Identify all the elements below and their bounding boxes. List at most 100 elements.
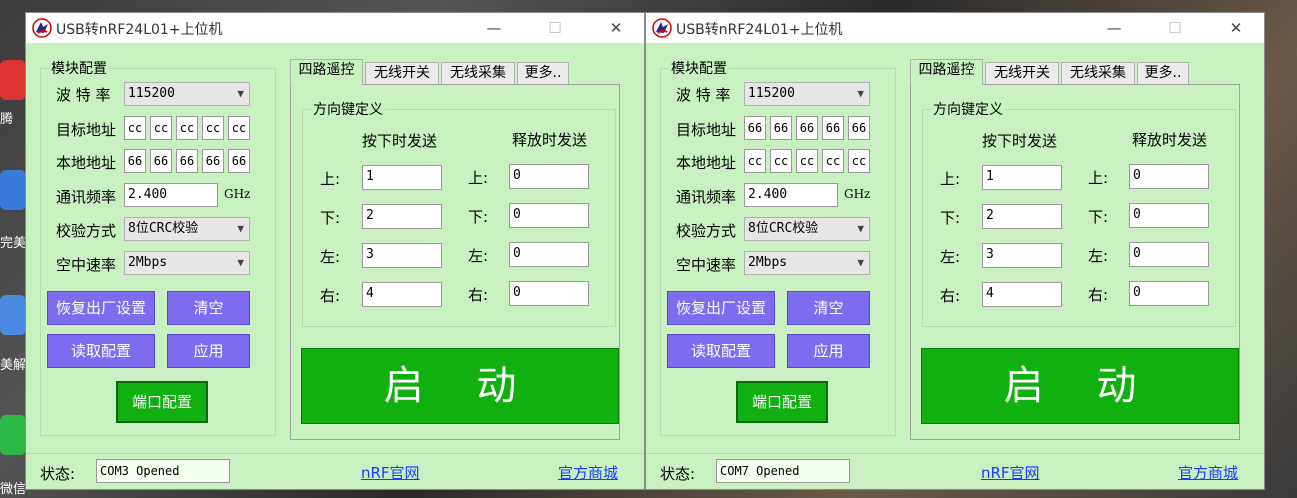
read-config-button[interactable]: 读取配置 — [47, 334, 155, 368]
up-press-input[interactable]: 1 — [982, 165, 1062, 190]
group-title: 模块配置 — [49, 58, 109, 78]
minimize-button[interactable]: — — [1091, 13, 1137, 43]
target-address-byte-1[interactable]: 66 — [744, 116, 766, 140]
left-release-input[interactable]: 0 — [1129, 242, 1209, 267]
chevron-down-icon: ▼ — [237, 256, 244, 269]
local-address-byte-4[interactable]: cc — [822, 149, 844, 173]
target-address-byte-5[interactable]: 66 — [848, 116, 870, 140]
left-press-input[interactable]: 3 — [362, 243, 442, 268]
frequency-input[interactable]: 2.400 — [744, 183, 838, 207]
apply-button[interactable]: 应用 — [167, 334, 250, 368]
local-address-byte-4[interactable]: 66 — [202, 149, 224, 173]
official-store-link[interactable]: 官方商城 — [1178, 462, 1238, 483]
local-address-label: 本地地址 — [676, 154, 737, 172]
up-release-input[interactable]: 0 — [509, 164, 589, 189]
desktop-app-icon[interactable] — [0, 295, 26, 335]
down-press-input[interactable]: 2 — [982, 204, 1062, 229]
title-bar[interactable]: USB转nRF24L01+上位机 — ☐ ✕ — [26, 13, 644, 43]
local-address-byte-2[interactable]: cc — [770, 149, 792, 173]
left-release-input[interactable]: 0 — [509, 242, 589, 267]
right-release-input[interactable]: 0 — [509, 281, 589, 306]
start-button[interactable]: 启 动 — [921, 348, 1239, 424]
local-address-byte-2[interactable]: 66 — [150, 149, 172, 173]
target-address-byte-1[interactable]: cc — [124, 116, 146, 140]
official-store-link[interactable]: 官方商城 — [558, 462, 618, 483]
start-button[interactable]: 启 动 — [301, 348, 619, 424]
port-config-button[interactable]: 端口配置 — [736, 381, 828, 423]
factory-reset-button[interactable]: 恢复出厂设置 — [667, 291, 775, 325]
factory-reset-button[interactable]: 恢复出厂设置 — [47, 291, 155, 325]
target-address-byte-4[interactable]: cc — [202, 116, 224, 140]
target-address-byte-4[interactable]: 66 — [822, 116, 844, 140]
local-address-byte-1[interactable]: 66 — [124, 149, 146, 173]
desktop-app-icon[interactable] — [0, 60, 26, 100]
right-release-input[interactable]: 0 — [1129, 281, 1209, 306]
app-window: USB转nRF24L01+上位机 — ☐ ✕ 模块配置 波 特 率 115200… — [645, 12, 1265, 490]
tab-wireless-collect[interactable]: 无线采集 — [1061, 62, 1135, 84]
frequency-input[interactable]: 2.400 — [124, 183, 218, 207]
tab-wireless-switch[interactable]: 无线开关 — [985, 62, 1059, 84]
air-rate-value: 2Mbps — [748, 255, 788, 270]
target-address-byte-5[interactable]: cc — [228, 116, 250, 140]
left-press-input[interactable]: 3 — [982, 243, 1062, 268]
close-button[interactable]: ✕ — [593, 13, 639, 43]
tab-more[interactable]: 更多.. — [1137, 62, 1189, 84]
down-release-input[interactable]: 0 — [1129, 203, 1209, 228]
air-rate-label: 空中速率 — [56, 256, 117, 274]
apply-button[interactable]: 应用 — [787, 334, 870, 368]
local-address-byte-5[interactable]: 66 — [228, 149, 250, 173]
desktop-app-icon[interactable] — [0, 170, 26, 210]
status-field: COM7 Opened — [716, 459, 850, 483]
close-button[interactable]: ✕ — [1213, 13, 1259, 43]
tab-four-way-remote[interactable]: 四路遥控 — [910, 59, 983, 85]
down-release-input[interactable]: 0 — [509, 203, 589, 228]
target-address-byte-3[interactable]: cc — [176, 116, 198, 140]
desktop-app-icon[interactable] — [0, 415, 26, 455]
up-release-input[interactable]: 0 — [1129, 164, 1209, 189]
right-press-input[interactable]: 4 — [982, 282, 1062, 307]
tab-wireless-switch[interactable]: 无线开关 — [365, 62, 439, 84]
left-release-label: 左: — [468, 247, 489, 265]
left-press-label: 左: — [320, 248, 341, 266]
air-rate-select[interactable]: 2Mbps ▼ — [744, 251, 870, 275]
tab-four-way-remote[interactable]: 四路遥控 — [290, 59, 363, 85]
local-address-byte-3[interactable]: cc — [796, 149, 818, 173]
air-rate-value: 2Mbps — [128, 255, 168, 270]
crc-value: 8位CRC校验 — [128, 221, 199, 236]
tab-more[interactable]: 更多.. — [517, 62, 569, 84]
up-press-input[interactable]: 1 — [362, 165, 442, 190]
target-address-byte-2[interactable]: cc — [150, 116, 172, 140]
release-header: 释放时发送 — [512, 131, 588, 149]
app-logo-icon — [32, 18, 52, 38]
crc-select[interactable]: 8位CRC校验 ▼ — [744, 217, 870, 241]
local-address-byte-3[interactable]: 66 — [176, 149, 198, 173]
port-config-button[interactable]: 端口配置 — [116, 381, 208, 423]
frequency-unit: GHz — [844, 187, 871, 201]
tab-wireless-collect[interactable]: 无线采集 — [441, 62, 515, 84]
target-address-byte-2[interactable]: 66 — [770, 116, 792, 140]
target-address-label: 目标地址 — [676, 121, 737, 139]
air-rate-select[interactable]: 2Mbps ▼ — [124, 251, 250, 275]
read-config-button[interactable]: 读取配置 — [667, 334, 775, 368]
minimize-button[interactable]: — — [471, 13, 517, 43]
clear-button[interactable]: 清空 — [167, 291, 250, 325]
crc-select[interactable]: 8位CRC校验 ▼ — [124, 217, 250, 241]
down-press-input[interactable]: 2 — [362, 204, 442, 229]
chevron-down-icon: ▼ — [237, 87, 244, 100]
status-label: 状态: — [660, 465, 696, 483]
clear-button[interactable]: 清空 — [787, 291, 870, 325]
baud-select[interactable]: 115200 ▼ — [124, 82, 250, 106]
window-title: USB转nRF24L01+上位机 — [56, 22, 223, 38]
target-address-byte-3[interactable]: 66 — [796, 116, 818, 140]
maximize-button[interactable]: ☐ — [532, 13, 578, 43]
title-bar[interactable]: USB转nRF24L01+上位机 — ☐ ✕ — [646, 13, 1264, 43]
right-press-input[interactable]: 4 — [362, 282, 442, 307]
local-address-byte-5[interactable]: cc — [848, 149, 870, 173]
app-window: USB转nRF24L01+上位机 — ☐ ✕ 模块配置 波 特 率 115200… — [25, 12, 645, 490]
baud-select[interactable]: 115200 ▼ — [744, 82, 870, 106]
nrf-website-link[interactable]: nRF官网 — [361, 462, 420, 483]
nrf-website-link[interactable]: nRF官网 — [981, 462, 1040, 483]
maximize-button[interactable]: ☐ — [1152, 13, 1198, 43]
local-address-byte-1[interactable]: cc — [744, 149, 766, 173]
right-press-label: 右: — [940, 287, 961, 305]
